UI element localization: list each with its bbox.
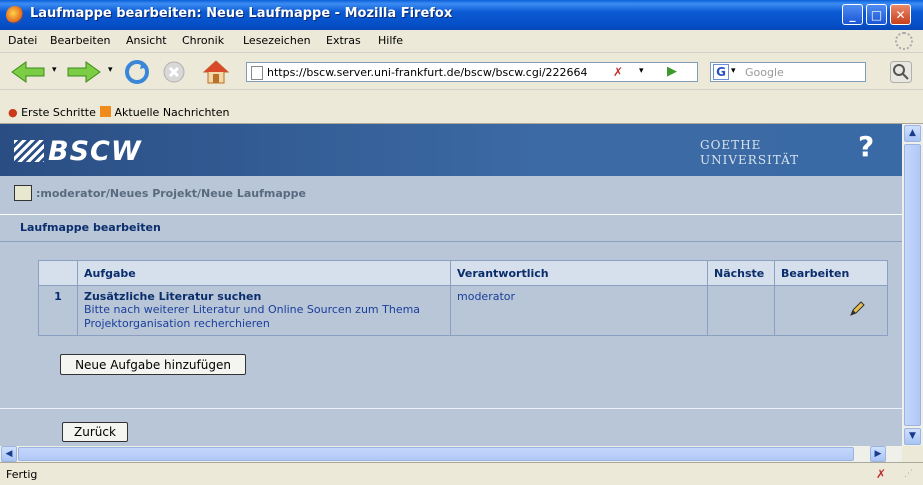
menu-chronik[interactable]: Chronik (182, 34, 224, 47)
engine-dropdown-icon[interactable]: ▾ (731, 66, 736, 76)
search-input[interactable]: G ▾ Google (710, 62, 866, 82)
search-placeholder: Google (745, 66, 784, 79)
window-titlebar: Laufmappe bearbeiten: Neue Laufmappe - M… (0, 0, 923, 30)
home-icon[interactable] (202, 59, 230, 85)
bookmark-label: Aktuelle Nachrichten (114, 106, 230, 119)
url-bar[interactable]: https://bscw.server.uni-frankfurt.de/bsc… (246, 62, 698, 82)
firefox-bookmark-icon: ● (8, 106, 18, 119)
col-header-naechste[interactable]: Nächste (707, 260, 775, 286)
menu-ansicht[interactable]: Ansicht (126, 34, 167, 47)
task-table-wrap: Aufgabe Verantwortlich Nächste Bearbeite… (38, 260, 902, 338)
search-icon[interactable] (890, 61, 912, 83)
menu-hilfe[interactable]: Hilfe (378, 34, 403, 47)
google-engine-icon[interactable]: G (713, 64, 729, 80)
menu-bearbeiten[interactable]: Bearbeiten (50, 34, 110, 47)
go-icon[interactable]: ▶ (667, 64, 677, 79)
menu-bar: Datei Bearbeiten Ansicht Chronik Lesezei… (0, 30, 923, 53)
close-button[interactable]: ✕ (890, 4, 911, 25)
horizontal-scrollbar[interactable]: ◀ ▶ (0, 446, 902, 462)
bookmark-erste-schritte[interactable]: ● Erste Schritte (8, 106, 96, 119)
bscw-logo[interactable]: BSCW (14, 136, 142, 167)
throbber-icon (895, 32, 913, 50)
section-header: Laufmappe bearbeiten (0, 214, 902, 242)
table-row: 1 Zusätzliche Literatur suchen Bitte nac… (38, 285, 888, 336)
reload-icon[interactable] (124, 59, 150, 85)
menu-lesezeichen[interactable]: Lesezeichen (243, 34, 311, 47)
back-button[interactable]: Zurück (62, 422, 128, 442)
university-line1: GOETHE (700, 138, 762, 152)
task-title[interactable]: Zusätzliche Literatur suchen (84, 290, 444, 303)
responsible-cell: moderator (450, 285, 708, 336)
folder-icon[interactable] (14, 185, 32, 201)
row-number: 1 (38, 285, 78, 336)
col-header-num (38, 260, 78, 286)
back-arrow-icon[interactable] (10, 60, 46, 84)
task-table: Aufgabe Verantwortlich Nächste Bearbeite… (38, 260, 888, 336)
forward-arrow-icon[interactable] (66, 60, 102, 84)
scroll-up-icon[interactable]: ▲ (904, 125, 921, 142)
col-header-bearbeiten: Bearbeiten (774, 260, 888, 286)
navigation-toolbar: ▾ ▾ https://bscw.server.uni-frankfurt.de… (0, 53, 923, 90)
col-header-verantwortlich[interactable]: Verantwortlich (450, 260, 708, 286)
help-icon[interactable]: ? (858, 130, 874, 163)
vertical-scroll-thumb[interactable] (904, 144, 921, 426)
horizontal-scroll-thumb[interactable] (18, 447, 854, 461)
edit-pencil-icon[interactable] (849, 301, 865, 317)
url-text: https://bscw.server.uni-frankfurt.de/bsc… (267, 66, 587, 79)
goethe-university-logo[interactable]: GOETHE UNIVERSITÄT (700, 138, 799, 168)
col-header-aufgabe[interactable]: Aufgabe (77, 260, 451, 286)
minimize-button[interactable]: _ (842, 4, 863, 25)
next-cell (707, 285, 775, 336)
vertical-scrollbar[interactable]: ▲ ▼ (902, 124, 923, 446)
menu-extras[interactable]: Extras (326, 34, 361, 47)
scroll-left-icon[interactable]: ◀ (1, 446, 17, 462)
rss-icon (100, 106, 111, 117)
bscw-header: BSCW GOETHE UNIVERSITÄT ? (0, 124, 902, 176)
responsible-user[interactable]: moderator (457, 290, 515, 303)
back-dropdown-icon[interactable]: ▾ (52, 65, 57, 75)
bookmark-label: Erste Schritte (21, 106, 96, 119)
edit-cell (774, 285, 888, 336)
firefox-icon (6, 6, 24, 24)
add-task-button[interactable]: Neue Aufgabe hinzufügen (60, 354, 246, 375)
forward-dropdown-icon[interactable]: ▾ (108, 65, 113, 75)
bookmarks-toolbar: ● Erste Schritte Aktuelle Nachrichten (0, 101, 923, 124)
university-line2: UNIVERSITÄT (700, 153, 800, 167)
resize-grip-icon[interactable]: ⋰ (904, 469, 913, 479)
logo-stripes-icon (14, 140, 44, 162)
status-bar: Fertig ✗ ⋰ (0, 462, 923, 485)
status-text: Fertig (6, 468, 38, 481)
table-header-row: Aufgabe Verantwortlich Nächste Bearbeite… (38, 260, 888, 286)
maximize-button[interactable]: □ (866, 4, 887, 25)
scroll-right-icon[interactable]: ▶ (870, 446, 886, 462)
status-warning-icon[interactable]: ✗ (876, 467, 886, 481)
window-title: Laufmappe bearbeiten: Neue Laufmappe - M… (30, 6, 453, 21)
divider (0, 408, 902, 409)
url-dropdown-icon[interactable]: ▾ (639, 66, 644, 76)
breadcrumb-path[interactable]: :moderator/Neues Projekt/Neue Laufmappe (36, 187, 306, 200)
logo-text: BSCW (48, 136, 142, 167)
page-content: BSCW GOETHE UNIVERSITÄT ? :moderator/Neu… (0, 124, 902, 446)
task-cell: Zusätzliche Literatur suchen Bitte nach … (77, 285, 451, 336)
page-icon (251, 66, 263, 80)
menu-datei[interactable]: Datei (8, 34, 37, 47)
site-warning-icon[interactable]: ✗ (613, 65, 623, 79)
breadcrumb: :moderator/Neues Projekt/Neue Laufmappe (0, 176, 902, 212)
page-heading: Laufmappe bearbeiten (20, 221, 161, 234)
stop-icon[interactable] (162, 60, 186, 84)
task-description: Bitte nach weiterer Literatur und Online… (84, 303, 421, 330)
bookmark-aktuelle-nachrichten[interactable]: Aktuelle Nachrichten (100, 106, 229, 119)
scroll-down-icon[interactable]: ▼ (904, 428, 921, 445)
